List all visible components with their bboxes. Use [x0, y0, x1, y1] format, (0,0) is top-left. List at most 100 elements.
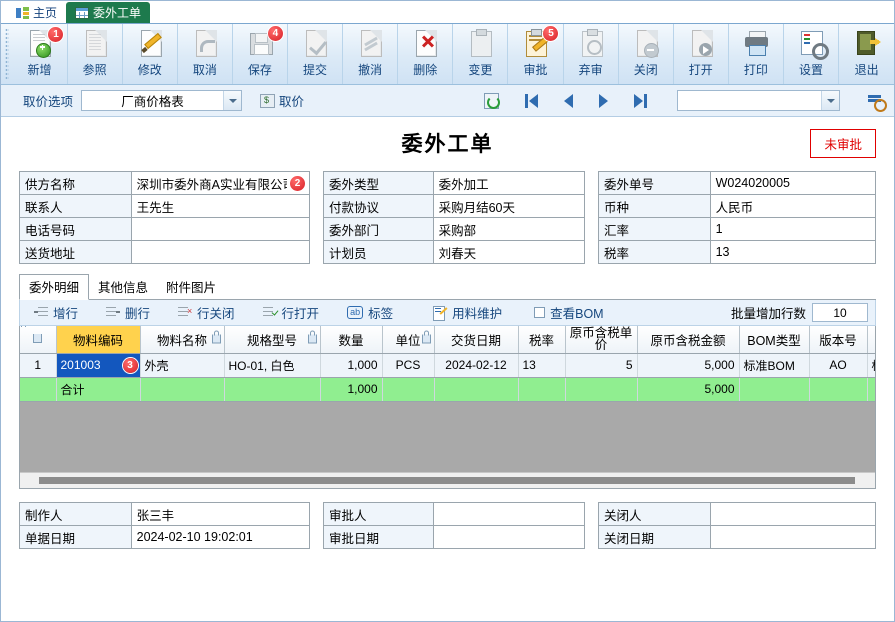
cell-version-no[interactable]: AO: [809, 353, 868, 378]
cell-material-code[interactable]: 201003 3: [56, 353, 141, 378]
prev-record-icon[interactable]: [564, 93, 573, 108]
last-record-icon[interactable]: [634, 93, 647, 108]
grid-col-tax-rate[interactable]: 税率: [518, 326, 566, 354]
form-row: 币种 人民币: [599, 195, 876, 218]
grid-col-delivery-date[interactable]: 交货日期: [434, 326, 519, 354]
cell-material-name[interactable]: 外壳: [140, 353, 225, 378]
ribbon-button-exit[interactable]: 退出: [839, 24, 894, 84]
field-value-payment-terms[interactable]: 采购月结60天: [433, 195, 585, 218]
cell-delivery-date[interactable]: 2024-02-12: [434, 353, 519, 378]
cell-quantity[interactable]: 1,000: [320, 353, 383, 378]
field-value-contact[interactable]: 王先生: [131, 195, 310, 218]
grid-col-bom-type[interactable]: BOM类型: [739, 326, 810, 354]
first-record-icon[interactable]: [525, 93, 538, 108]
close-row-icon: ×: [178, 306, 192, 319]
ribbon-button-save[interactable]: 4 保存: [233, 24, 288, 84]
material-maintenance-label: 用料维护: [452, 307, 503, 321]
search-list-icon[interactable]: [868, 93, 887, 112]
ribbon-button-approve[interactable]: 5 审批: [508, 24, 564, 84]
field-value-outsourcing-type[interactable]: 委外加工: [433, 172, 585, 195]
view-bom-checkbox-row[interactable]: 查看BOM: [516, 303, 617, 322]
grid-col-unit-price-with-tax[interactable]: 原币含税单价: [565, 326, 638, 354]
next-record-icon[interactable]: [599, 93, 608, 108]
chevron-down-icon[interactable]: [821, 91, 839, 110]
grid-col-spec-model[interactable]: 规格型号: [224, 326, 321, 354]
grid-col-version-desc[interactable]: 版本说明: [867, 326, 875, 354]
open-row-button[interactable]: 行打开: [249, 303, 334, 322]
form-row: 委外部门 采购部: [324, 218, 585, 241]
grid-col-quantity[interactable]: 数量: [320, 326, 383, 354]
ribbon-button-settings[interactable]: 设置: [784, 24, 840, 84]
field-value-tax-rate[interactable]: 13: [710, 241, 876, 264]
field-value-delivery-address[interactable]: [131, 241, 310, 264]
field-value-approver[interactable]: [433, 503, 585, 526]
field-value-planner[interactable]: 刘春天: [433, 241, 585, 264]
batch-add-rows-input[interactable]: 10: [812, 303, 868, 322]
label-button[interactable]: ab 标签: [333, 303, 407, 322]
ribbon-button-print[interactable]: 打印: [729, 24, 784, 84]
ribbon-button-delete[interactable]: 删除: [398, 24, 454, 84]
material-edit-icon: [433, 306, 448, 321]
close-row-button[interactable]: × 行关闭: [164, 303, 249, 322]
grid-scrollbar-thumb[interactable]: [39, 477, 855, 484]
refresh-icon[interactable]: [484, 92, 500, 109]
chevron-down-icon[interactable]: [223, 91, 242, 110]
ribbon-button-change[interactable]: 变更: [453, 24, 509, 84]
field-value-phone[interactable]: [131, 218, 310, 241]
table-row[interactable]: 1 201003 3 外壳 HO-01, 白色 1,000 PCS 2024-0…: [20, 353, 875, 378]
window-tab-home[interactable]: 主页: [7, 2, 66, 23]
cell-unit-price-with-tax[interactable]: 5: [565, 353, 638, 378]
field-value-supplier-name[interactable]: 深圳市委外商A实业有限公司 2: [131, 172, 310, 195]
tab-other-info[interactable]: 其他信息: [89, 275, 157, 299]
ribbon-button-close[interactable]: 关闭: [619, 24, 674, 84]
grid-col-unit[interactable]: 单位: [382, 326, 435, 354]
form-gap: [585, 502, 598, 549]
ribbon-button-delete-label: 删除: [413, 63, 438, 77]
window-tab-outsourcing-order[interactable]: 委外工单: [66, 2, 151, 23]
tab-outsourcing-detail[interactable]: 委外明细: [19, 274, 90, 300]
field-value-department[interactable]: 采购部: [433, 218, 585, 241]
grid-horizontal-scrollbar[interactable]: [20, 472, 875, 488]
field-value-exchange-rate[interactable]: 1: [710, 218, 876, 241]
field-value-currency[interactable]: 人民币: [710, 195, 876, 218]
grid-col-lock[interactable]: [20, 326, 57, 354]
ribbon-button-submit[interactable]: 提交: [288, 24, 344, 84]
view-bom-checkbox[interactable]: [534, 307, 546, 318]
grid-col-version-no[interactable]: 版本号: [809, 326, 868, 354]
cell-tax-rate[interactable]: 13: [518, 353, 566, 378]
field-value-creator[interactable]: 张三丰: [131, 503, 310, 526]
cell-amount-with-tax[interactable]: 5,000: [637, 353, 740, 378]
field-value-close-date[interactable]: [710, 526, 876, 549]
grid-col-material-name[interactable]: 物料名称: [140, 326, 225, 354]
footer-form-middle: 审批人 审批日期: [323, 502, 585, 549]
ribbon-button-new[interactable]: 1 新增: [12, 24, 68, 84]
ribbon-button-modify[interactable]: 修改: [123, 24, 178, 84]
cell-version-desc[interactable]: 标准版: [867, 353, 875, 378]
price-list-select[interactable]: 厂商价格表: [81, 90, 243, 111]
field-value-closer[interactable]: [710, 503, 876, 526]
add-row-button[interactable]: 增行: [20, 303, 92, 322]
grid-col-material-code[interactable]: 物料编码: [56, 326, 141, 354]
ribbon-button-cancel[interactable]: 取消: [178, 24, 233, 84]
detail-grid[interactable]: 物料编码 物料名称 规格型号 数量 单位 交货日期 税率 原币含税单价 原币含税…: [19, 326, 876, 489]
row-number[interactable]: 1: [20, 353, 57, 378]
cell-bom-type[interactable]: 标准BOM: [739, 353, 810, 378]
ribbon-button-open[interactable]: 打开: [674, 24, 729, 84]
field-value-order-no[interactable]: W024020005: [710, 172, 876, 195]
ribbon-button-reference[interactable]: 参照: [68, 24, 123, 84]
footer-form-left: 制作人 张三丰 单据日期 2024-02-10 19:02:01: [19, 502, 310, 549]
tab-attachment-image[interactable]: 附件图片: [157, 275, 225, 299]
search-combo[interactable]: [677, 90, 840, 111]
field-value-approval-date[interactable]: [433, 526, 585, 549]
submit-check-icon: [300, 29, 330, 59]
grid-col-amount-with-tax[interactable]: 原币含税金额: [637, 326, 740, 354]
delete-row-button[interactable]: 删行: [92, 303, 164, 322]
ribbon-button-revoke[interactable]: 撤消: [343, 24, 399, 84]
field-value-document-date[interactable]: 2024-02-10 19:02:01: [131, 526, 310, 549]
ribbon-button-unapprove[interactable]: 弃审: [564, 24, 619, 84]
badge-4: 4: [267, 26, 283, 41]
material-maintenance-button[interactable]: 用料维护: [407, 303, 516, 322]
get-price-button[interactable]: $ 取价: [260, 91, 304, 110]
cell-unit[interactable]: PCS: [382, 353, 435, 378]
cell-spec-model[interactable]: HO-01, 白色: [224, 353, 321, 378]
